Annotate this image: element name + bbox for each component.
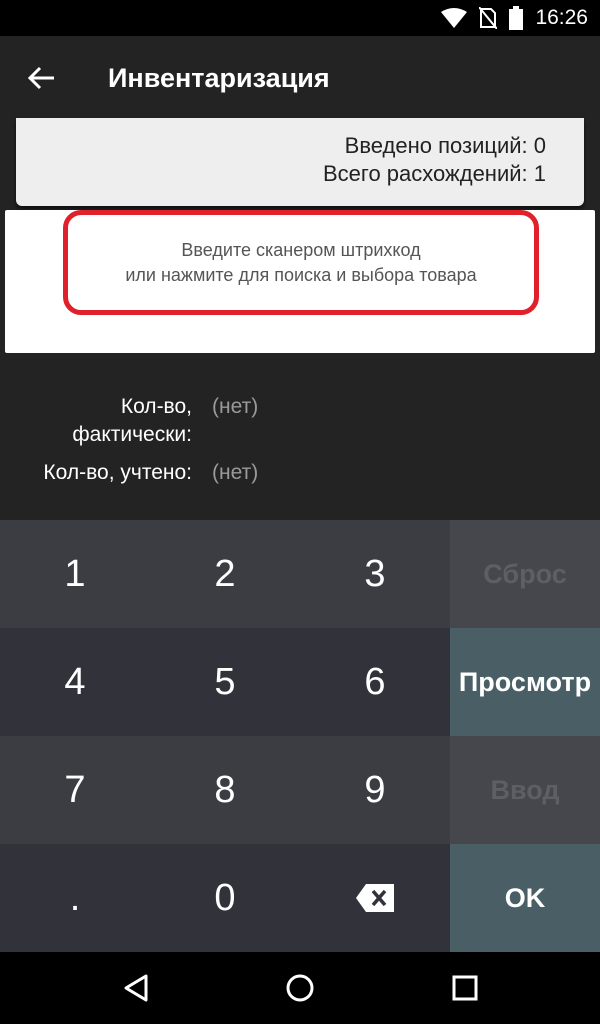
scan-hint-line2: или нажмите для поиска и выбора товара: [125, 264, 477, 285]
status-bar: 16:26: [0, 0, 600, 36]
key-9[interactable]: 9: [300, 736, 450, 844]
key-0[interactable]: 0: [150, 844, 300, 952]
enter-button[interactable]: Ввод: [450, 736, 600, 844]
key-8[interactable]: 8: [150, 736, 300, 844]
qty-counted-label: Кол-во, учтено:: [43, 461, 192, 484]
circle-home-icon: [286, 974, 314, 1002]
wifi-icon: [441, 8, 468, 28]
backspace-icon: [356, 884, 394, 912]
qty-actual-label-line2: фактически:: [72, 423, 192, 446]
total-discrepancies: Всего расхождений: 1: [323, 161, 546, 186]
app-bar: Инвентаризация: [0, 36, 600, 120]
key-dot[interactable]: .: [0, 844, 150, 952]
key-4[interactable]: 4: [0, 628, 150, 736]
key-7[interactable]: 7: [0, 736, 150, 844]
page-title: Инвентаризация: [108, 62, 330, 93]
view-button[interactable]: Просмотр: [450, 628, 600, 736]
qty-counted-row: Кол-во, учтено: (нет): [0, 459, 600, 487]
summary-card: Введено позиций: 0 Всего расхождений: 1: [16, 118, 584, 206]
backspace-button[interactable]: [300, 844, 450, 952]
qty-counted-value: (нет): [212, 461, 259, 484]
key-1[interactable]: 1: [0, 520, 150, 628]
nav-recents-button[interactable]: [420, 952, 510, 1024]
square-recents-icon: [452, 975, 478, 1001]
reset-button[interactable]: Сброс: [450, 520, 600, 628]
keypad: 1 2 3 Сброс 4 5 6 Просмотр 7 8 9 Ввод . …: [0, 520, 600, 952]
key-6[interactable]: 6: [300, 628, 450, 736]
no-sim-icon: [479, 7, 498, 29]
qty-actual-value: (нет): [212, 395, 259, 418]
nav-bar: [0, 952, 600, 1024]
qty-actual-row: Кол-во, фактически: (нет): [0, 393, 600, 449]
qty-actual-label-line1: Кол-во,: [120, 395, 192, 418]
entered-positions: Введено позиций: 0: [344, 133, 546, 158]
ok-button[interactable]: OK: [450, 844, 600, 952]
barcode-search-button[interactable]: Введите сканером штрихкод или нажмите дл…: [63, 210, 539, 315]
scan-panel: Введите сканером штрихкод или нажмите дл…: [5, 210, 595, 353]
back-button[interactable]: [0, 36, 84, 120]
triangle-back-icon: [124, 974, 148, 1002]
status-time: 16:26: [535, 6, 588, 29]
qty-actual-label: Кол-во, фактически:: [0, 393, 192, 449]
scan-hint-line1: Введите сканером штрихкод: [181, 239, 421, 260]
key-2[interactable]: 2: [150, 520, 300, 628]
nav-home-button[interactable]: [255, 952, 345, 1024]
arrow-back-icon: [28, 66, 54, 90]
key-3[interactable]: 3: [300, 520, 450, 628]
battery-icon: [509, 6, 524, 30]
key-5[interactable]: 5: [150, 628, 300, 736]
nav-back-button[interactable]: [91, 952, 181, 1024]
